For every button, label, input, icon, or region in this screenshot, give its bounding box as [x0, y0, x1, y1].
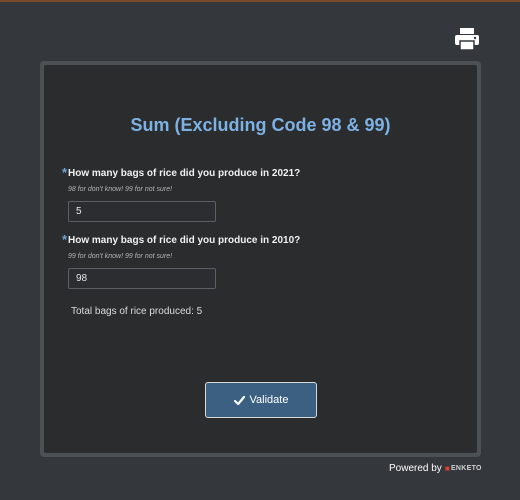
validate-label: Validate	[249, 394, 289, 406]
form-title: Sum (Excluding Code 98 & 99)	[130, 115, 391, 135]
enketo-mark-icon: ■	[444, 463, 450, 473]
question-hint: 99 for don't know! 99 for not sure!	[68, 253, 173, 260]
question-label: How many bags of rice did you produce in…	[68, 168, 301, 179]
rice-2010-input[interactable]	[68, 268, 216, 289]
required-marker: *	[62, 165, 68, 180]
question-hint: 98 for don't know! 99 for not sure!	[68, 186, 173, 193]
question-rice-2021: * How many bags of rice did you produce …	[62, 165, 301, 222]
print-icon	[455, 28, 479, 51]
enketo-logo[interactable]: ■ ENKETO	[445, 464, 482, 473]
form-frame: Sum (Excluding Code 98 & 99) * How many …	[40, 61, 481, 457]
enketo-logo-text: ENKETO	[450, 464, 482, 472]
validate-button[interactable]: Validate	[205, 382, 317, 418]
check-icon	[233, 395, 245, 406]
required-marker: *	[62, 232, 68, 247]
form-panel: Sum (Excluding Code 98 & 99) * How many …	[44, 65, 477, 453]
powered-by-footer: Powered by ■ ENKETO	[389, 461, 482, 475]
question-label: How many bags of rice did you produce in…	[68, 235, 301, 246]
powered-by-text: Powered by	[389, 462, 442, 474]
top-accent-strip	[0, 0, 520, 2]
print-button[interactable]	[455, 28, 479, 51]
total-bags-output: Total bags of rice produced: 5	[71, 306, 203, 317]
question-rice-2010: * How many bags of rice did you produce …	[62, 232, 301, 289]
rice-2021-input[interactable]	[68, 201, 216, 222]
